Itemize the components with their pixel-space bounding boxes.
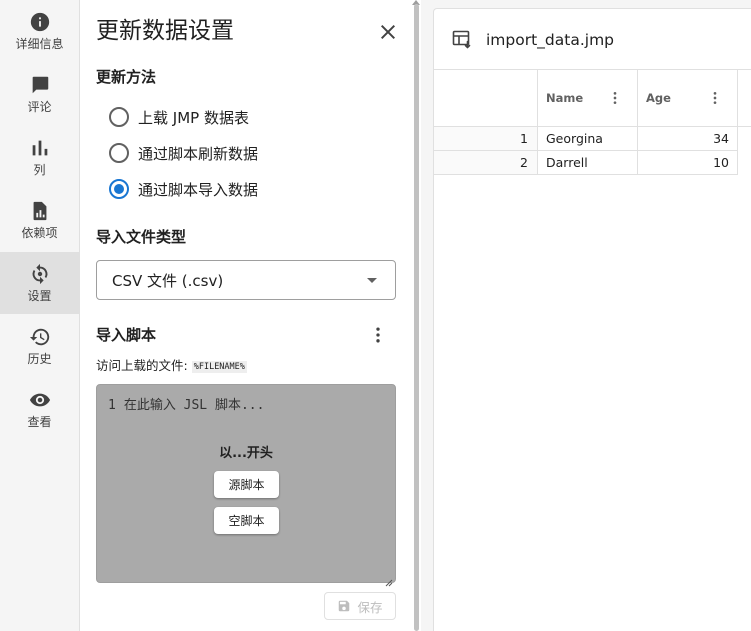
update-settings-panel: 更新数据设置 更新方法 上载 JMP 数据表 通过脚本刷新数据 通过脚本导入数据… [80, 0, 410, 631]
header-filler [738, 70, 751, 127]
radio-refresh-by-script[interactable]: 通过脚本刷新数据 [109, 140, 258, 166]
row-number-header [434, 70, 538, 127]
cell-name[interactable]: Darrell [538, 151, 638, 175]
comment-icon [32, 76, 48, 94]
dropdown-arrow-icon [367, 278, 377, 283]
jsl-script-editor[interactable]: 1 在此输入 JSL 脚本... 以...开头 源脚本 空脚本 [96, 384, 396, 587]
nav-item-details[interactable]: 详细信息 [0, 0, 79, 62]
save-label: 保存 [357, 599, 383, 615]
grid-header-row: Name Age [434, 70, 751, 127]
nav-item-settings[interactable]: 设置 [0, 252, 79, 314]
editor-placeholder: 在此输入 JSL 脚本... [123, 398, 265, 413]
column-header-label: Age [646, 91, 671, 105]
more-vert-icon [376, 327, 380, 343]
table-row[interactable]: 2 Darrell 10 [434, 151, 738, 175]
file-type-select[interactable]: CSV 文件 (.csv) [96, 260, 396, 300]
empty-script-button[interactable]: 空脚本 [214, 507, 279, 534]
data-table-icon [452, 29, 472, 49]
more-vert-icon [713, 92, 717, 104]
data-table-header: import_data.jmp [434, 9, 751, 70]
import-script-title: 导入脚本 [96, 326, 157, 344]
panel-title: 更新数据设置 [96, 18, 234, 44]
radio-label: 通过脚本导入数据 [138, 180, 259, 199]
nav-item-columns[interactable]: 列 [0, 126, 79, 188]
nav-item-history[interactable]: 历史 [0, 315, 79, 377]
column-menu-button[interactable] [607, 90, 623, 106]
file-type-selected-value: CSV 文件 (.csv) [112, 271, 224, 290]
column-header-name[interactable]: Name [538, 70, 638, 127]
cell-age[interactable]: 34 [638, 127, 738, 151]
resize-handle[interactable] [385, 572, 393, 587]
radio-import-by-script[interactable]: 通过脚本导入数据 [109, 176, 258, 202]
nav-item-label: 详细信息 [15, 37, 64, 51]
start-with-label: 以...开头 [219, 446, 273, 461]
nav-item-comments[interactable]: 评论 [0, 63, 79, 125]
settings-sync-icon [32, 263, 47, 285]
line-number: 1 [108, 398, 116, 413]
dependency-icon [33, 201, 46, 221]
column-menu-button[interactable] [707, 90, 723, 106]
nav-item-label: 查看 [27, 415, 52, 429]
info-icon [30, 12, 49, 32]
more-vert-icon [613, 92, 617, 104]
radio-button[interactable] [109, 107, 129, 127]
resize-grip-icon [385, 579, 393, 587]
close-button[interactable] [376, 20, 400, 44]
columns-chart-icon [32, 140, 47, 156]
filename-token: %FILENAME% [191, 361, 247, 373]
editor-line: 1 在此输入 JSL 脚本... [108, 394, 264, 413]
panel-scrollbar[interactable] [412, 0, 420, 631]
file-name: import_data.jmp [486, 31, 615, 49]
radio-button[interactable] [109, 143, 129, 163]
nav-item-label: 历史 [27, 352, 52, 366]
radio-label: 通过脚本刷新数据 [138, 144, 259, 163]
helper-text: 访问上载的文件: [96, 358, 188, 373]
cell-name[interactable]: Georgina [538, 127, 638, 151]
scrollbar-thumb[interactable] [414, 4, 419, 631]
data-table-card: import_data.jmp Name Age 1 Georgina 34 2… [433, 8, 751, 631]
column-header-age[interactable]: Age [638, 70, 738, 127]
eye-icon [29, 393, 50, 407]
nav-rail: 详细信息 评论 列 依赖项 设置 历史 查看 [0, 0, 80, 631]
nav-item-label: 列 [33, 163, 46, 177]
save-button[interactable]: 保存 [324, 592, 396, 620]
table-row[interactable]: 1 Georgina 34 [434, 127, 738, 151]
nav-item-view[interactable]: 查看 [0, 378, 79, 440]
save-icon [339, 600, 350, 612]
column-header-label: Name [546, 91, 584, 105]
history-icon [29, 328, 49, 346]
radio-button-checked[interactable] [109, 179, 129, 199]
source-script-button[interactable]: 源脚本 [214, 471, 279, 498]
nav-item-label: 评论 [27, 100, 52, 114]
nav-item-dependencies[interactable]: 依赖项 [0, 189, 79, 251]
nav-item-label: 设置 [27, 289, 52, 303]
update-method-title: 更新方法 [96, 68, 157, 86]
cell-age[interactable]: 10 [638, 151, 738, 175]
file-type-title: 导入文件类型 [96, 228, 187, 246]
nav-item-label: 依赖项 [21, 226, 58, 240]
file-access-helper: 访问上载的文件: %FILENAME% [96, 357, 247, 376]
close-icon [381, 25, 395, 39]
radio-upload-jmp-table[interactable]: 上载 JMP 数据表 [109, 104, 249, 130]
radio-label: 上载 JMP 数据表 [138, 108, 249, 127]
more-options-button[interactable] [366, 323, 390, 347]
row-number: 1 [434, 127, 538, 151]
row-number: 2 [434, 151, 538, 175]
